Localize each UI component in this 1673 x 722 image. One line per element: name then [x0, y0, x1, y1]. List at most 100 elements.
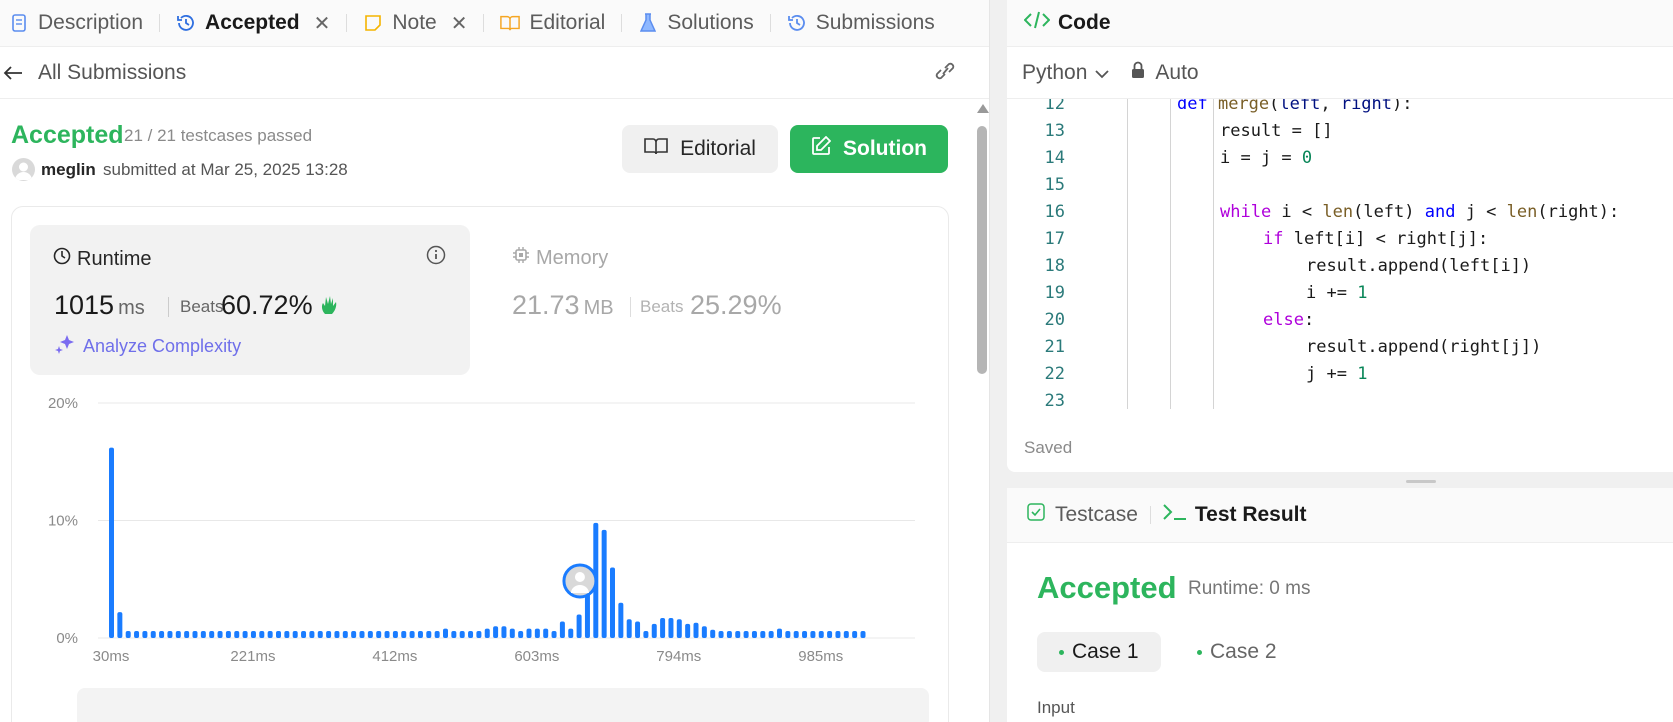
chart-bar[interactable]	[484, 628, 490, 638]
chart-bar[interactable]	[376, 630, 382, 638]
tab-solutions[interactable]: Solutions	[629, 0, 762, 47]
chart-bar[interactable]	[726, 630, 732, 638]
chart-bar[interactable]	[818, 630, 824, 638]
chevron-down-icon[interactable]	[1095, 61, 1110, 85]
language-select[interactable]: Python	[1022, 61, 1087, 85]
chart-bar[interactable]	[117, 612, 123, 638]
close-icon[interactable]: ✕	[314, 11, 331, 36]
chart-bar[interactable]	[501, 626, 507, 638]
solution-button[interactable]: Solution	[790, 125, 948, 173]
chart-bar[interactable]	[843, 630, 849, 638]
memory-title[interactable]: Memory	[512, 246, 608, 270]
chart-bar[interactable]	[810, 630, 816, 638]
chart-bar[interactable]	[618, 602, 624, 638]
chart-bar[interactable]	[175, 630, 181, 638]
chart-bar[interactable]	[367, 630, 373, 638]
chart-bar[interactable]	[284, 630, 290, 638]
chart-bar[interactable]	[559, 621, 565, 638]
case-1-tab[interactable]: Case 1	[1037, 632, 1161, 672]
runtime-distribution-chart[interactable]: 0%10%20%30ms221ms412ms603ms794ms985ms117…	[30, 388, 930, 678]
chart-bar[interactable]	[643, 630, 649, 638]
chart-bar[interactable]	[384, 630, 390, 638]
panel-resize-handle[interactable]	[1406, 480, 1436, 483]
chart-bar[interactable]	[693, 622, 699, 638]
scrollbar[interactable]	[977, 104, 989, 714]
chart-bar[interactable]	[443, 628, 448, 638]
chart-bar[interactable]	[409, 630, 415, 638]
chart-bar[interactable]	[584, 591, 590, 638]
code-line[interactable]: 18 result.append(left[i])	[1007, 253, 1673, 280]
chart-bar[interactable]	[250, 630, 256, 638]
chart-bar[interactable]	[760, 630, 766, 638]
chart-bar[interactable]	[209, 630, 215, 638]
submitted-code-preview[interactable]	[77, 688, 929, 722]
chart-bar[interactable]	[610, 567, 615, 639]
chart-bar[interactable]	[685, 623, 691, 638]
chart-bar[interactable]	[451, 630, 457, 638]
tab-accepted[interactable]: Accepted ✕	[167, 0, 339, 47]
chart-bar[interactable]	[576, 614, 582, 639]
tab-note[interactable]: Note ✕	[354, 0, 476, 47]
chart-bar[interactable]	[543, 628, 549, 638]
code-line[interactable]: 22 j += 1	[1007, 361, 1673, 388]
chart-bar[interactable]	[267, 630, 273, 638]
chart-bar[interactable]	[125, 630, 131, 638]
analyze-complexity-link[interactable]: Analyze Complexity	[55, 334, 241, 359]
chart-bar[interactable]	[526, 628, 532, 638]
chart-bar[interactable]	[676, 619, 682, 638]
chart-bar[interactable]	[351, 630, 357, 638]
chart-bar[interactable]	[217, 630, 223, 638]
tab-description[interactable]: Description	[0, 0, 152, 47]
chart-bar[interactable]	[793, 630, 799, 638]
chart-bar[interactable]	[777, 628, 782, 638]
tab-test-result[interactable]: Test Result	[1163, 503, 1307, 527]
chart-bar[interactable]	[301, 630, 307, 638]
chart-bar[interactable]	[417, 630, 423, 638]
chart-bar[interactable]	[493, 626, 499, 638]
case-2-tab[interactable]: Case 2	[1175, 632, 1299, 672]
code-line[interactable]: 14 i = j = 0	[1007, 145, 1673, 172]
back-arrow-icon[interactable]	[2, 62, 24, 84]
tab-submissions[interactable]: Submissions	[778, 0, 944, 47]
chart-bar[interactable]	[225, 630, 231, 638]
chart-bar[interactable]	[635, 621, 641, 638]
scroll-up-arrow-icon[interactable]	[977, 104, 989, 113]
chart-bar[interactable]	[601, 529, 607, 638]
chart-bar[interactable]	[434, 630, 440, 638]
chart-bar[interactable]	[651, 623, 657, 638]
chart-bar[interactable]	[259, 630, 265, 638]
chart-bar[interactable]	[509, 628, 515, 638]
chart-bar[interactable]	[743, 630, 749, 638]
chart-bar[interactable]	[718, 630, 724, 638]
chart-bar[interactable]	[392, 630, 398, 638]
editorial-button[interactable]: Editorial	[622, 125, 778, 173]
author-name[interactable]: meglin	[41, 160, 96, 180]
chart-bar[interactable]	[568, 628, 574, 638]
chart-bar[interactable]	[276, 630, 281, 638]
chart-bar[interactable]	[242, 630, 248, 638]
code-line[interactable]: 16 while i < len(left) and j < len(right)…	[1007, 199, 1673, 226]
chart-bar[interactable]	[468, 630, 474, 638]
chart-bar[interactable]	[459, 630, 465, 638]
chart-bar[interactable]	[192, 630, 198, 638]
chart-bar[interactable]	[835, 630, 841, 638]
code-line[interactable]: 20 else:	[1007, 307, 1673, 334]
chart-bar[interactable]	[342, 630, 348, 638]
chart-bar[interactable]	[668, 618, 674, 638]
avatar[interactable]	[12, 158, 35, 181]
code-line[interactable]: 15	[1007, 172, 1673, 199]
chart-bar[interactable]	[785, 630, 791, 638]
chart-bar[interactable]	[426, 630, 432, 638]
your-submission-marker[interactable]	[562, 563, 598, 599]
chart-bar[interactable]	[292, 630, 298, 638]
chart-bar[interactable]	[317, 630, 323, 638]
chart-bar[interactable]	[200, 630, 206, 638]
code-line[interactable]: 12 def merge(left, right):	[1007, 99, 1673, 118]
scrollbar-thumb[interactable]	[977, 126, 987, 374]
code-line[interactable]: 23	[1007, 388, 1673, 409]
code-line[interactable]: 19 i += 1	[1007, 280, 1673, 307]
close-icon[interactable]: ✕	[451, 11, 468, 36]
tab-testcase[interactable]: Testcase	[1027, 503, 1138, 527]
chart-bar[interactable]	[326, 630, 332, 638]
chart-bar[interactable]	[167, 630, 173, 638]
